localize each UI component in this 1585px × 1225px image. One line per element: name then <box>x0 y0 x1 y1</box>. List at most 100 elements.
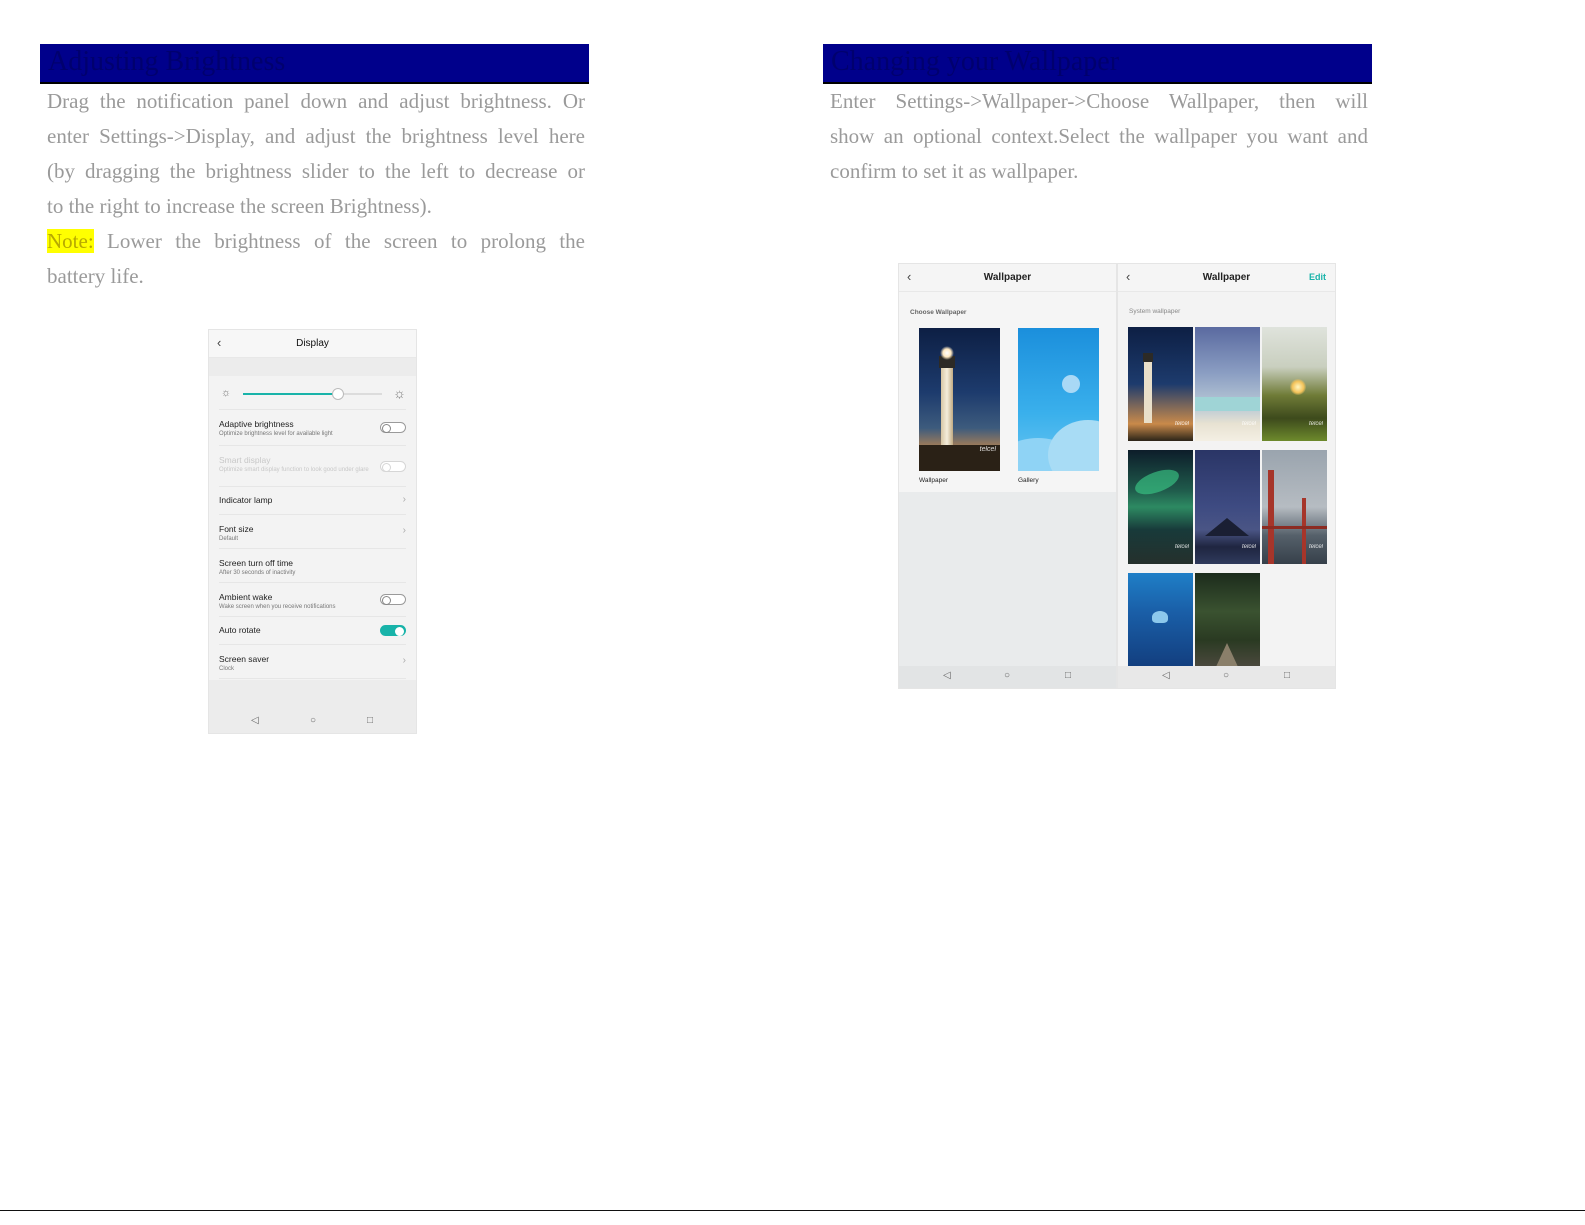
display-setting-row[interactable]: Auto rotate <box>219 617 406 645</box>
bridge-deck <box>1262 526 1327 529</box>
recents-nav-icon[interactable]: □ <box>1065 670 1071 681</box>
brand-watermark: telcel <box>1174 421 1189 427</box>
brightness-high-icon: ☼ <box>393 385 406 401</box>
lighthouse-tower <box>941 366 953 446</box>
brightness-slider[interactable] <box>243 388 382 400</box>
wallpaper-thumb[interactable] <box>1195 573 1260 669</box>
display-setting-row[interactable]: Smart display Optimize smart display func… <box>219 446 406 487</box>
setting-toggle <box>380 461 406 472</box>
brightness-low-icon: ☼ <box>221 387 232 399</box>
display-setting-row[interactable]: Ambient wake Wake screen when you receive… <box>219 583 406 617</box>
screen-title: Display <box>296 338 329 349</box>
setting-toggle[interactable] <box>380 625 406 636</box>
brightness-slider-knob[interactable] <box>331 388 344 400</box>
mountain-shape <box>1205 518 1249 536</box>
recents-nav-icon[interactable]: □ <box>367 715 373 726</box>
note-text: Lower the brightness of the screen to pr… <box>93 229 585 253</box>
setting-toggle[interactable] <box>380 594 406 605</box>
lighthouse-light <box>940 346 954 360</box>
display-setting-row[interactable]: Indicator lamp › <box>219 487 406 515</box>
brand-watermark: telcel <box>1308 421 1323 427</box>
lighthouse-tower <box>1144 361 1152 423</box>
edit-button[interactable]: Edit <box>1309 272 1326 282</box>
display-setting-row[interactable]: Font size Default › <box>219 515 406 549</box>
section-label: System wallpaper <box>1129 308 1181 315</box>
note-line: battery life. <box>47 264 144 288</box>
back-nav-icon[interactable]: ◁ <box>943 670 951 681</box>
wallpaper-option-label: Wallpaper <box>919 477 949 484</box>
wallpaper-thumb[interactable]: telcel <box>1195 450 1260 564</box>
jellyfish-shape <box>1152 611 1168 623</box>
gallery-option-label: Gallery <box>1018 477 1039 484</box>
navigation-bar: ◁ ○ □ <box>209 711 416 733</box>
display-setting-row[interactable]: Screen turn off time After 30 seconds of … <box>219 549 406 583</box>
page-bottom-rule <box>0 1210 1585 1211</box>
home-nav-icon[interactable]: ○ <box>310 715 316 726</box>
choose-wallpaper-panel: Choose Wallpaper telcel Wallpaper Galler… <box>899 292 1116 492</box>
paragraph-line: (by dragging the brightness slider to th… <box>47 159 585 183</box>
recents-nav-icon[interactable]: □ <box>1284 670 1290 681</box>
chevron-right-icon: › <box>402 655 406 666</box>
display-settings-screenshot: ‹ Display ☼ ☼ Adaptive brightness Optimiz… <box>208 329 417 734</box>
back-nav-icon[interactable]: ◁ <box>251 715 259 726</box>
home-nav-icon[interactable]: ○ <box>1223 670 1229 681</box>
setting-label: Auto rotate <box>219 625 261 635</box>
back-nav-icon[interactable]: ◁ <box>1162 670 1170 681</box>
wallpaper-thumb[interactable] <box>1128 573 1193 669</box>
list-bottom-gap <box>209 680 416 713</box>
setting-sublabel: Default <box>219 536 239 542</box>
choose-wallpaper-screenshot: ‹ Wallpaper Choose Wallpaper telcel Wall… <box>898 263 1117 689</box>
wallpaper-thumb[interactable]: telcel <box>1128 327 1193 441</box>
cloud-shape <box>1048 420 1099 471</box>
screen-header: ‹ Wallpaper Edit <box>1118 264 1335 292</box>
paragraph-line: to the right to increase the screen Brig… <box>47 194 432 218</box>
setting-sublabel: Optimize smart display function to look … <box>219 467 369 473</box>
paragraph-line: show an optional context.Select the wall… <box>830 124 1368 148</box>
home-nav-icon[interactable]: ○ <box>1004 670 1010 681</box>
setting-sublabel: After 30 seconds of inactivity <box>219 570 296 576</box>
display-setting-row[interactable]: Adaptive brightness Optimize brightness l… <box>219 410 406 446</box>
wallpaper-thumb[interactable]: telcel <box>1262 450 1327 564</box>
brand-watermark: telcel <box>1241 421 1256 427</box>
navigation-bar: ◁ ○ □ <box>899 666 1116 688</box>
brand-watermark: telcel <box>979 446 996 453</box>
setting-sublabel: Clock <box>219 666 235 672</box>
wallpaper-thumb[interactable]: telcel <box>1262 327 1327 441</box>
setting-label: Ambient wake <box>219 592 273 602</box>
section-heading-bar: Changing your Wallpaper <box>823 44 1372 84</box>
bridge-tower <box>1302 498 1306 564</box>
gallery-option-thumb[interactable] <box>1018 328 1099 471</box>
wallpaper-thumb[interactable]: telcel <box>1128 450 1193 564</box>
bridge-tower <box>1268 470 1274 564</box>
section-heading-bar: Adjusting Brightness <box>40 44 589 84</box>
section-heading: Changing your Wallpaper <box>831 46 1120 77</box>
system-wallpaper-screenshot: ‹ Wallpaper Edit System wallpaper telcel… <box>1117 263 1336 689</box>
setting-label: Adaptive brightness <box>219 419 294 429</box>
moon-shape <box>1062 375 1080 393</box>
chevron-right-icon: › <box>402 525 406 536</box>
wallpaper-thumb[interactable]: telcel <box>1195 327 1260 441</box>
header-gap <box>209 358 416 376</box>
setting-toggle[interactable] <box>380 422 406 433</box>
display-setting-row[interactable]: Screen saver Clock › <box>219 645 406 679</box>
paragraph-line: Drag the notification panel down and adj… <box>47 89 585 113</box>
brand-watermark: telcel <box>1241 544 1256 550</box>
screen-title: Wallpaper <box>983 272 1032 283</box>
wallpaper-paragraph: Enter Settings->Wallpaper->Choose Wallpa… <box>830 84 1368 189</box>
chevron-right-icon: › <box>402 494 406 505</box>
wallpaper-option-thumb[interactable]: telcel <box>919 328 1000 471</box>
setting-label: Font size <box>219 524 254 534</box>
section-label: Choose Wallpaper <box>910 309 967 316</box>
setting-label: Smart display <box>219 455 271 465</box>
paragraph-line: confirm to set it as wallpaper. <box>830 159 1079 183</box>
setting-label: Screen turn off time <box>219 558 294 568</box>
setting-label: Indicator lamp <box>219 495 273 505</box>
setting-sublabel: Wake screen when you receive notificatio… <box>219 604 336 610</box>
brand-watermark: telcel <box>1174 544 1189 550</box>
note-line: Note: Lower the brightness of the screen… <box>47 224 585 259</box>
section-heading: Adjusting Brightness <box>48 46 286 77</box>
sun-glow <box>1290 379 1306 395</box>
screen-header: ‹ Display <box>209 330 416 358</box>
note-label: Note: <box>47 229 94 253</box>
setting-label: Screen saver <box>219 654 270 664</box>
